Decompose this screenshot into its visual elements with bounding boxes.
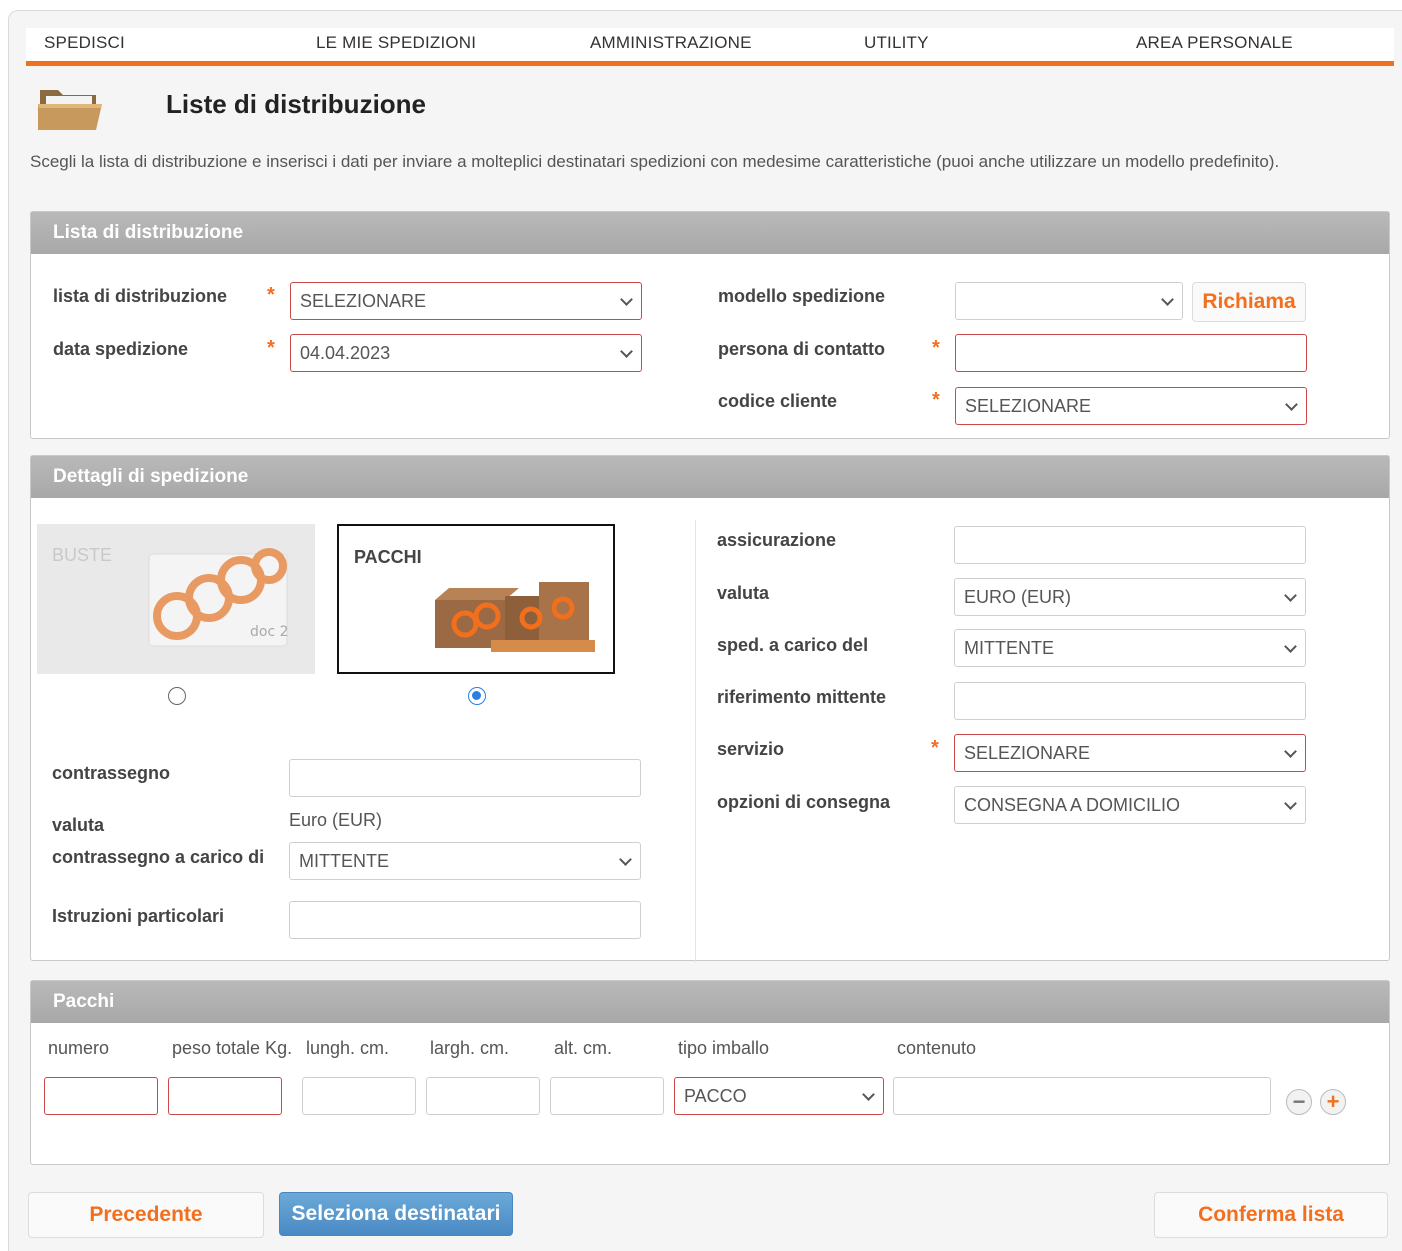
col-altezza: alt. cm. (554, 1038, 613, 1058)
data-spedizione-select[interactable]: 04.04.2023 (290, 334, 642, 372)
valuta-label: valuta (52, 815, 105, 835)
pacchi-radio[interactable] (468, 687, 486, 705)
nav-le-mie-spedizioni[interactable]: LE MIE SPEDIZIONI (316, 33, 476, 53)
contenuto-input[interactable] (893, 1077, 1271, 1115)
data-label: data spedizione (53, 339, 189, 359)
column-divider (695, 520, 696, 962)
panel-pacchi: Pacchi numero peso totale Kg. lungh. cm.… (30, 980, 1390, 1165)
nav-utility[interactable]: UTILITY (864, 33, 929, 53)
col-tipo-imballo: tipo imballo (678, 1038, 770, 1058)
required-marker: * (267, 284, 275, 306)
persona-contatto-input[interactable] (955, 334, 1307, 372)
persona-contatto-text[interactable] (965, 343, 1306, 364)
valuta-select[interactable]: EURO (EUR) (954, 578, 1306, 616)
servizio-select[interactable]: SELEZIONARE (954, 734, 1306, 772)
intro-text: Scegli la lista di distribuzione e inser… (30, 152, 1280, 171)
buste-card[interactable]: BUSTE doc 2 (37, 524, 315, 674)
buste-radio[interactable] (168, 687, 186, 705)
contrassegno-text[interactable] (299, 768, 640, 789)
lista-label: lista di distribuzione (53, 286, 228, 306)
precedente-button[interactable]: Precedente (28, 1192, 264, 1238)
required-marker: * (932, 389, 940, 411)
servizio-label: servizio (717, 739, 785, 759)
riferimento-input[interactable] (954, 682, 1306, 720)
panel-title: Pacchi (31, 981, 1389, 1023)
col-larghezza: largh. cm. (430, 1038, 510, 1058)
sped-carico-label: sped. a carico del (717, 635, 869, 655)
assicurazione-label: assicurazione (717, 530, 837, 550)
assicurazione-text[interactable] (964, 535, 1305, 556)
seleziona-destinatari-button[interactable]: Seleziona destinatari (279, 1192, 513, 1236)
panel-title: Dettagli di spedizione (31, 456, 1389, 498)
lunghezza-input[interactable] (302, 1077, 416, 1115)
buste-label: BUSTE (52, 545, 113, 565)
buste-badge-text: doc 2 (250, 624, 289, 640)
required-marker: * (932, 337, 940, 359)
remove-row-button[interactable]: − (1286, 1089, 1312, 1115)
lista-select[interactable]: SELEZIONARE (290, 282, 642, 320)
contrassegno-input[interactable] (289, 759, 641, 797)
riferimento-label: riferimento mittente (717, 687, 887, 707)
required-marker: * (267, 337, 275, 359)
page-title: Liste di distribuzione (166, 89, 427, 119)
tipo-imballo-select[interactable]: PACCO (674, 1077, 884, 1115)
opzioni-label: opzioni di consegna (717, 792, 891, 812)
col-numero: numero (48, 1038, 110, 1058)
riferimento-text[interactable] (964, 691, 1305, 712)
nav-area-personale[interactable]: AREA PERSONALE (1136, 33, 1293, 53)
contrassegno-carico-label: contrassegno a carico di (52, 847, 265, 867)
istruzioni-input[interactable] (289, 901, 641, 939)
panel-dettagli-spedizione: Dettagli di spedizione BUSTE doc 2 PACCH… (30, 455, 1390, 962)
col-peso: peso totale Kg. (172, 1038, 293, 1058)
conferma-lista-button[interactable]: Conferma lista (1154, 1192, 1388, 1238)
modello-label: modello spedizione (718, 286, 886, 306)
pacchi-card[interactable]: PACCHI (337, 524, 615, 674)
richiama-button[interactable]: Richiama (1192, 282, 1306, 322)
codice-label: codice cliente (718, 391, 838, 411)
nav-spedisci[interactable]: SPEDISCI (44, 33, 125, 53)
pacchi-label: PACCHI (354, 547, 422, 567)
panel-lista-distribuzione: Lista di distribuzione lista di distribu… (30, 211, 1390, 439)
peso-input[interactable] (168, 1077, 282, 1115)
sped-carico-select[interactable]: MITTENTE (954, 629, 1306, 667)
altezza-input[interactable] (550, 1077, 664, 1115)
istruzioni-text[interactable] (299, 910, 640, 931)
contrassegno-label: contrassegno (52, 763, 171, 783)
larghezza-input[interactable] (426, 1077, 540, 1115)
col-lunghezza: lungh. cm. (306, 1038, 390, 1058)
add-row-button[interactable]: + (1320, 1089, 1346, 1115)
modello-select[interactable] (955, 282, 1183, 320)
folder-icon (38, 90, 102, 130)
top-navigation: SPEDISCI LE MIE SPEDIZIONI AMMINISTRAZIO… (26, 28, 1394, 66)
persona-label: persona di contatto (718, 339, 886, 359)
contrassegno-carico-select[interactable]: MITTENTE (289, 842, 641, 880)
packages-icon (435, 582, 595, 652)
valuta2-label: valuta (717, 583, 770, 603)
panel-title: Lista di distribuzione (31, 212, 1389, 254)
numero-input[interactable] (44, 1077, 158, 1115)
istruzioni-label: Istruzioni particolari (52, 906, 225, 926)
col-contenuto: contenuto (897, 1038, 977, 1058)
opzioni-consegna-select[interactable]: CONSEGNA A DOMICILIO (954, 786, 1306, 824)
valuta-value: Euro (EUR) (289, 810, 383, 830)
envelope-icon: doc 2 (148, 548, 289, 647)
assicurazione-input[interactable] (954, 526, 1306, 564)
nav-amministrazione[interactable]: AMMINISTRAZIONE (590, 33, 752, 53)
codice-cliente-select[interactable]: SELEZIONARE (955, 387, 1307, 425)
required-marker: * (931, 737, 939, 759)
